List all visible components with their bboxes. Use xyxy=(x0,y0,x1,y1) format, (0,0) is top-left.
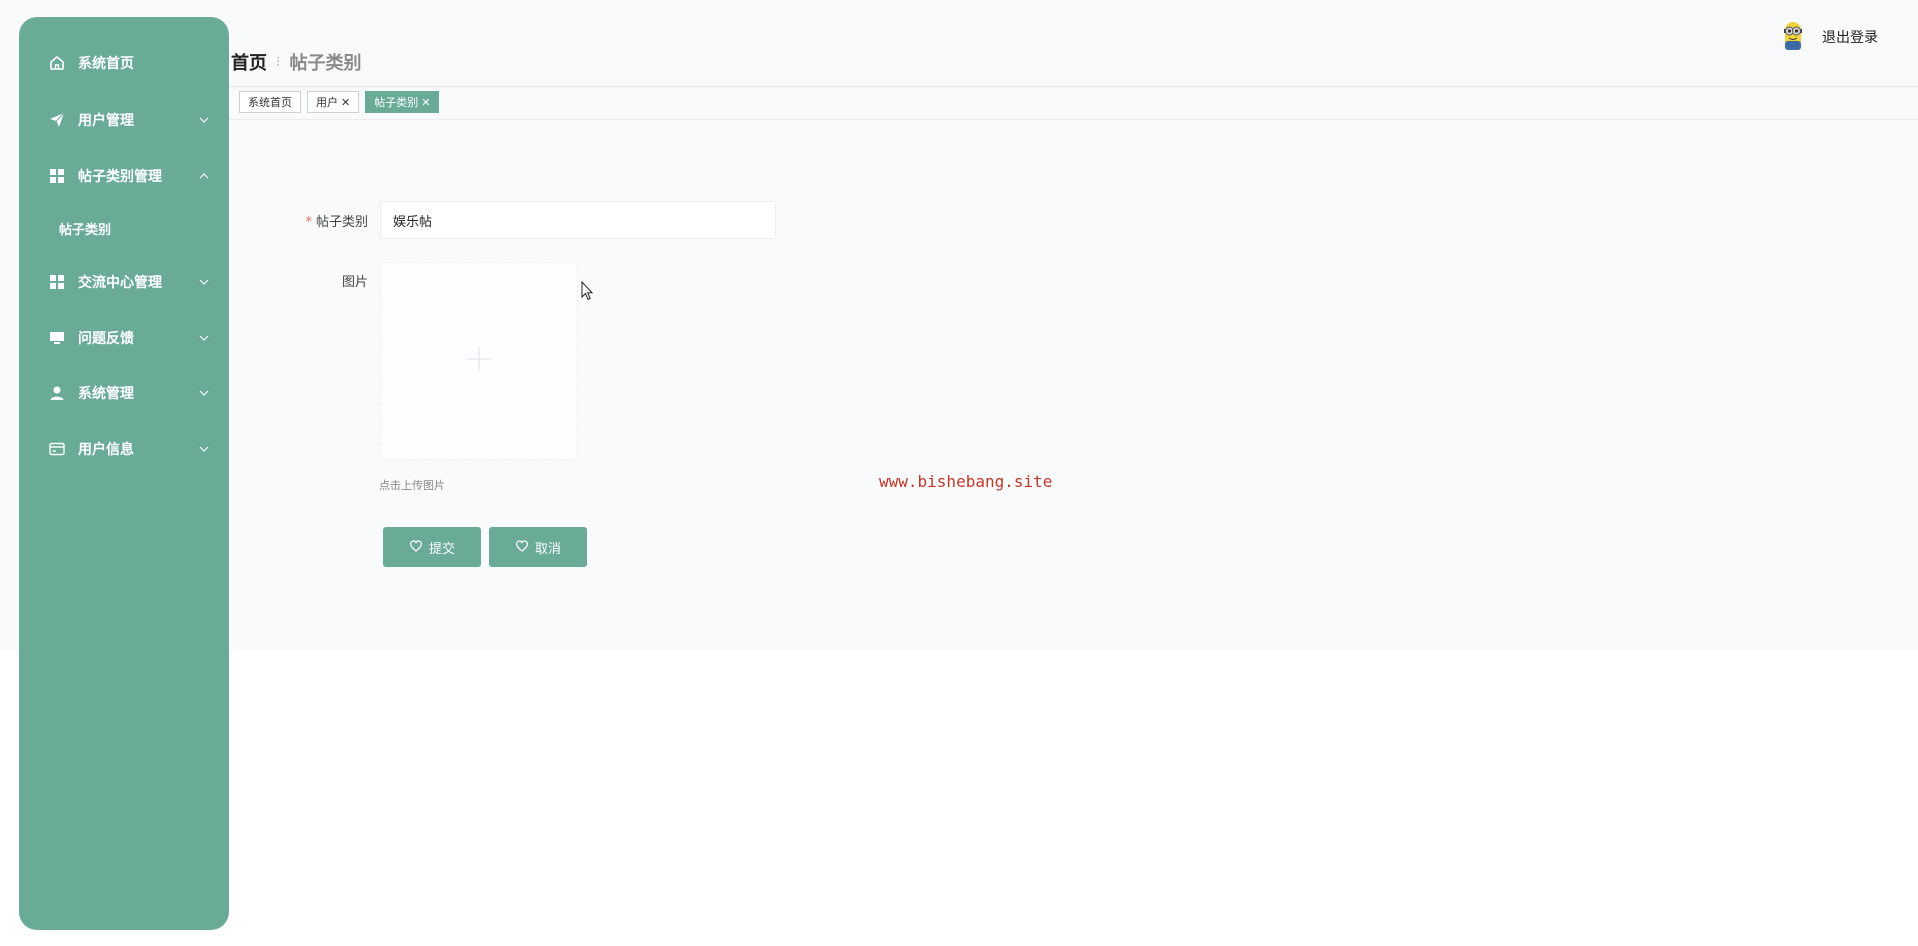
tab-user[interactable]: 用户 ✕ xyxy=(307,91,360,113)
chevron-up-icon xyxy=(199,171,209,181)
image-uploader[interactable] xyxy=(380,262,578,460)
image-field-label: 图片 xyxy=(341,275,368,290)
sidebar-item-label: 帖子类别管理 xyxy=(78,169,162,185)
card-icon xyxy=(49,441,65,457)
heart-icon xyxy=(409,539,423,556)
tab-home[interactable]: 系统首页 xyxy=(239,91,301,113)
sidebar-item-exchange-center[interactable]: 交流中心管理 xyxy=(19,262,229,302)
category-label-text: 帖子类别 xyxy=(315,215,368,230)
breadcrumb: 首页 ⁝ 帖子类别 xyxy=(231,49,361,75)
tabs-bar: 系统首页 用户 ✕ 帖子类别 ✕ xyxy=(239,91,440,114)
breadcrumb-current: 帖子类别 xyxy=(289,53,362,74)
user-area: 退出登录 xyxy=(1778,20,1878,54)
submit-label: 提交 xyxy=(428,541,455,557)
close-icon[interactable]: ✕ xyxy=(341,96,350,109)
sidebar-subitem-post-category[interactable]: 帖子类别 xyxy=(19,210,229,246)
user-icon xyxy=(49,385,65,401)
grid-icon xyxy=(49,274,65,290)
cancel-label: 取消 xyxy=(534,541,561,557)
breadcrumb-home[interactable]: 首页 xyxy=(231,49,267,75)
monitor-icon xyxy=(49,330,65,346)
sidebar-item-post-category-management[interactable]: 帖子类别管理 xyxy=(19,156,229,196)
required-asterisk: * xyxy=(305,215,312,230)
tab-label: 帖子类别 xyxy=(374,96,419,109)
watermark-text: www.bishebang.site xyxy=(879,472,1053,491)
sidebar-item-user-management[interactable]: 用户管理 xyxy=(19,100,229,140)
tab-label: 系统首页 xyxy=(248,96,292,109)
sidebar-item-label: 问题反馈 xyxy=(78,331,134,347)
sidebar-item-label: 系统首页 xyxy=(78,56,134,72)
tab-post-category[interactable]: 帖子类别 ✕ xyxy=(365,91,440,113)
tabs-divider xyxy=(229,119,1918,120)
chevron-down-icon xyxy=(199,115,209,125)
chevron-down-icon xyxy=(199,388,209,398)
sidebar-subitem-label: 帖子类别 xyxy=(59,222,112,238)
avatar[interactable] xyxy=(1778,20,1808,54)
close-icon[interactable]: ✕ xyxy=(421,96,430,109)
breadcrumb-separator-icon: ⁝ xyxy=(276,54,281,70)
chevron-down-icon xyxy=(199,277,209,287)
logout-link[interactable]: 退出登录 xyxy=(1822,27,1878,47)
home-icon xyxy=(49,55,65,71)
sidebar-item-label: 用户信息 xyxy=(78,442,134,458)
grid-icon xyxy=(49,168,65,184)
header-divider xyxy=(229,86,1918,87)
heart-icon xyxy=(515,539,529,556)
sidebar-item-feedback[interactable]: 问题反馈 xyxy=(19,318,229,358)
sidebar-item-system-management[interactable]: 系统管理 xyxy=(19,373,229,413)
sidebar: 系统首页 用户管理 帖子类别管理 帖子类别 交流中心管理 问题反馈 系统管理 用… xyxy=(19,17,229,930)
paper-plane-icon xyxy=(49,112,65,128)
upload-hint: 点击上传图片 xyxy=(379,479,445,492)
sidebar-item-label: 交流中心管理 xyxy=(78,275,162,291)
sidebar-item-home[interactable]: 系统首页 xyxy=(19,43,229,83)
mouse-cursor-icon xyxy=(581,280,594,301)
page-bottom-area xyxy=(0,650,1918,946)
sidebar-item-label: 用户管理 xyxy=(78,113,134,129)
sidebar-item-user-info[interactable]: 用户信息 xyxy=(19,429,229,469)
category-field-label: * 帖子类别 xyxy=(300,211,368,230)
chevron-down-icon xyxy=(199,444,209,454)
cancel-button[interactable]: 取消 xyxy=(489,527,587,567)
sidebar-item-label: 系统管理 xyxy=(78,386,134,402)
plus-icon xyxy=(465,345,493,377)
tab-label: 用户 xyxy=(316,96,338,109)
submit-button[interactable]: 提交 xyxy=(383,527,481,567)
category-input[interactable] xyxy=(380,201,776,239)
chevron-down-icon xyxy=(199,333,209,343)
